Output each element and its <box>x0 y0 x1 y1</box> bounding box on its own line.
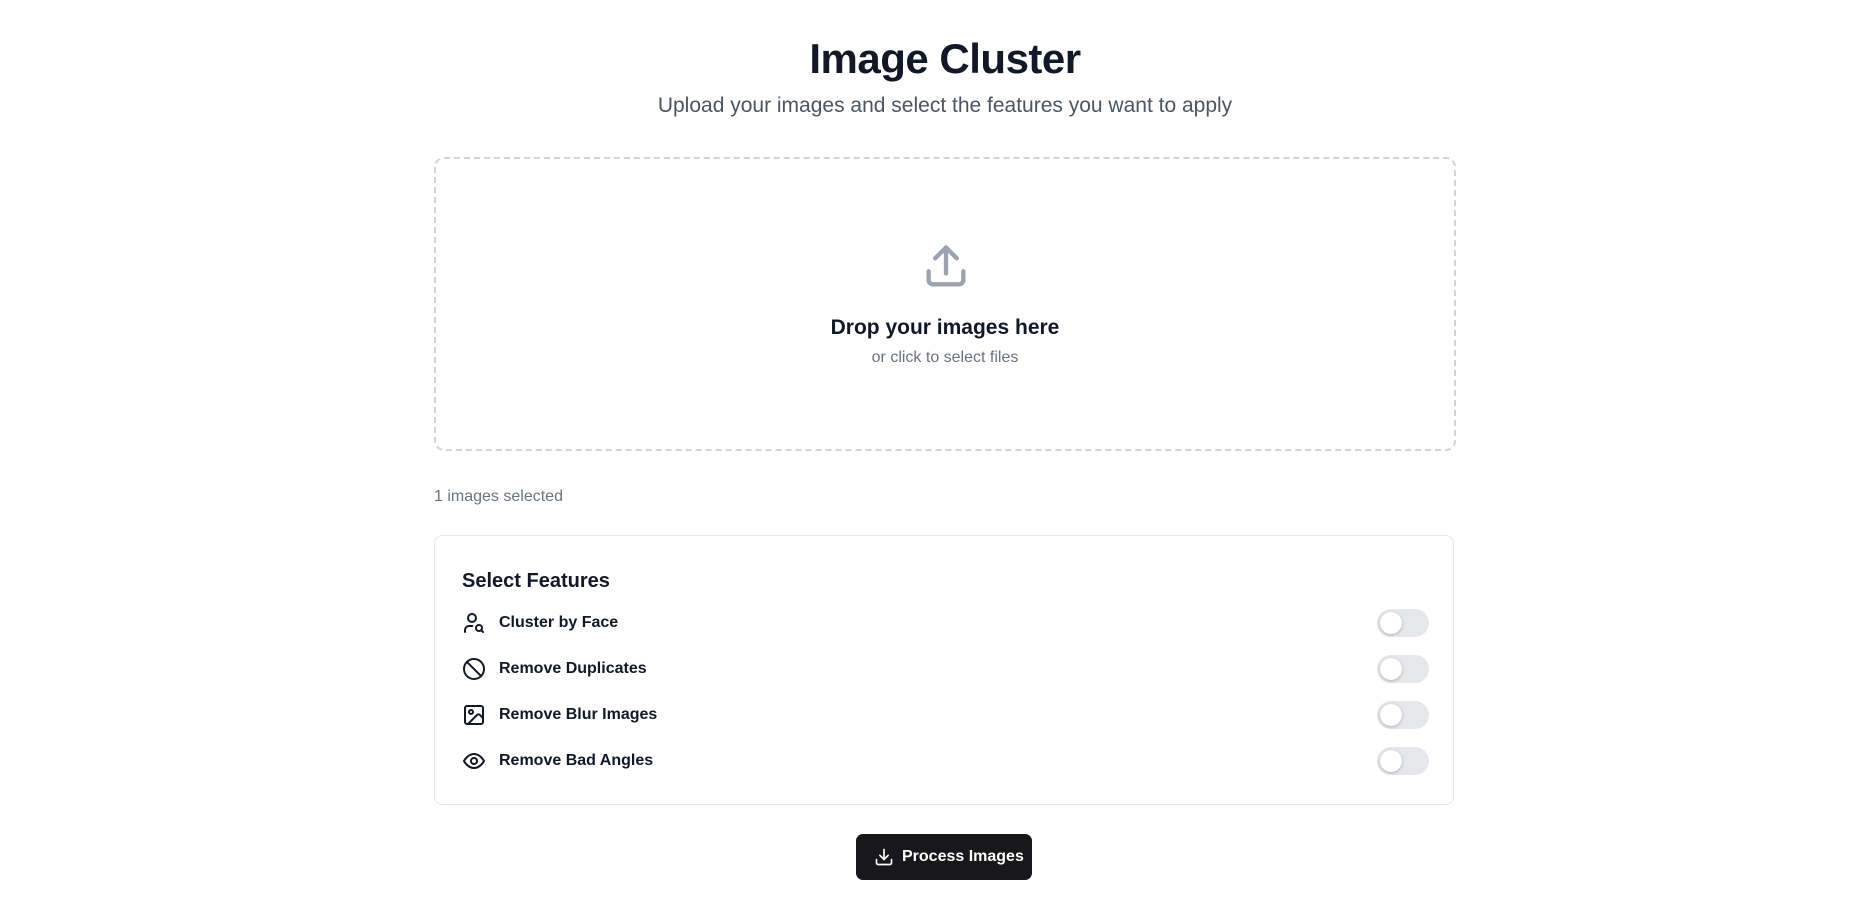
feature-row-remove-blur-images: Remove Blur Images <box>462 701 1429 729</box>
toggle-knob <box>1380 750 1402 772</box>
features-card: Select Features Cluster by Face Remove D… <box>434 535 1454 805</box>
toggle-knob <box>1380 612 1402 634</box>
feature-row-cluster-by-face: Cluster by Face <box>462 609 1429 637</box>
remove-duplicates-toggle[interactable] <box>1377 655 1429 683</box>
selected-count: 1 images selected <box>434 488 563 505</box>
feature-label: Cluster by Face <box>499 614 619 631</box>
image-icon <box>464 705 484 725</box>
page-subtitle: Upload your images and select the featur… <box>657 94 1233 117</box>
feature-label: Remove Blur Images <box>499 706 658 723</box>
upload-icon <box>926 245 966 287</box>
download-icon <box>875 848 893 866</box>
toggle-knob <box>1380 704 1402 726</box>
process-images-button[interactable]: Process Images <box>856 834 1032 880</box>
dropzone-subtitle: or click to select files <box>871 349 1019 366</box>
feature-label: Remove Bad Angles <box>499 752 654 769</box>
process-images-label: Process Images <box>902 848 1024 865</box>
feature-row-remove-duplicates: Remove Duplicates <box>462 655 1429 683</box>
feature-row-remove-bad-angles: Remove Bad Angles <box>462 747 1429 775</box>
remove-blur-images-toggle[interactable] <box>1377 701 1429 729</box>
dropzone-title: Drop your images here <box>830 316 1060 339</box>
remove-bad-angles-toggle[interactable] <box>1377 747 1429 775</box>
page: Image Cluster Upload your images and sel… <box>0 0 1863 918</box>
page-title: Image Cluster <box>809 35 1081 82</box>
toggle-knob <box>1380 658 1402 680</box>
eye-icon <box>463 753 485 769</box>
feature-label: Remove Duplicates <box>499 660 647 677</box>
image-dropzone[interactable]: Drop your images here or click to select… <box>434 157 1456 451</box>
user-search-icon <box>464 613 484 633</box>
features-heading: Select Features <box>462 570 610 592</box>
ban-icon <box>463 658 485 680</box>
cluster-by-face-toggle[interactable] <box>1377 609 1429 637</box>
